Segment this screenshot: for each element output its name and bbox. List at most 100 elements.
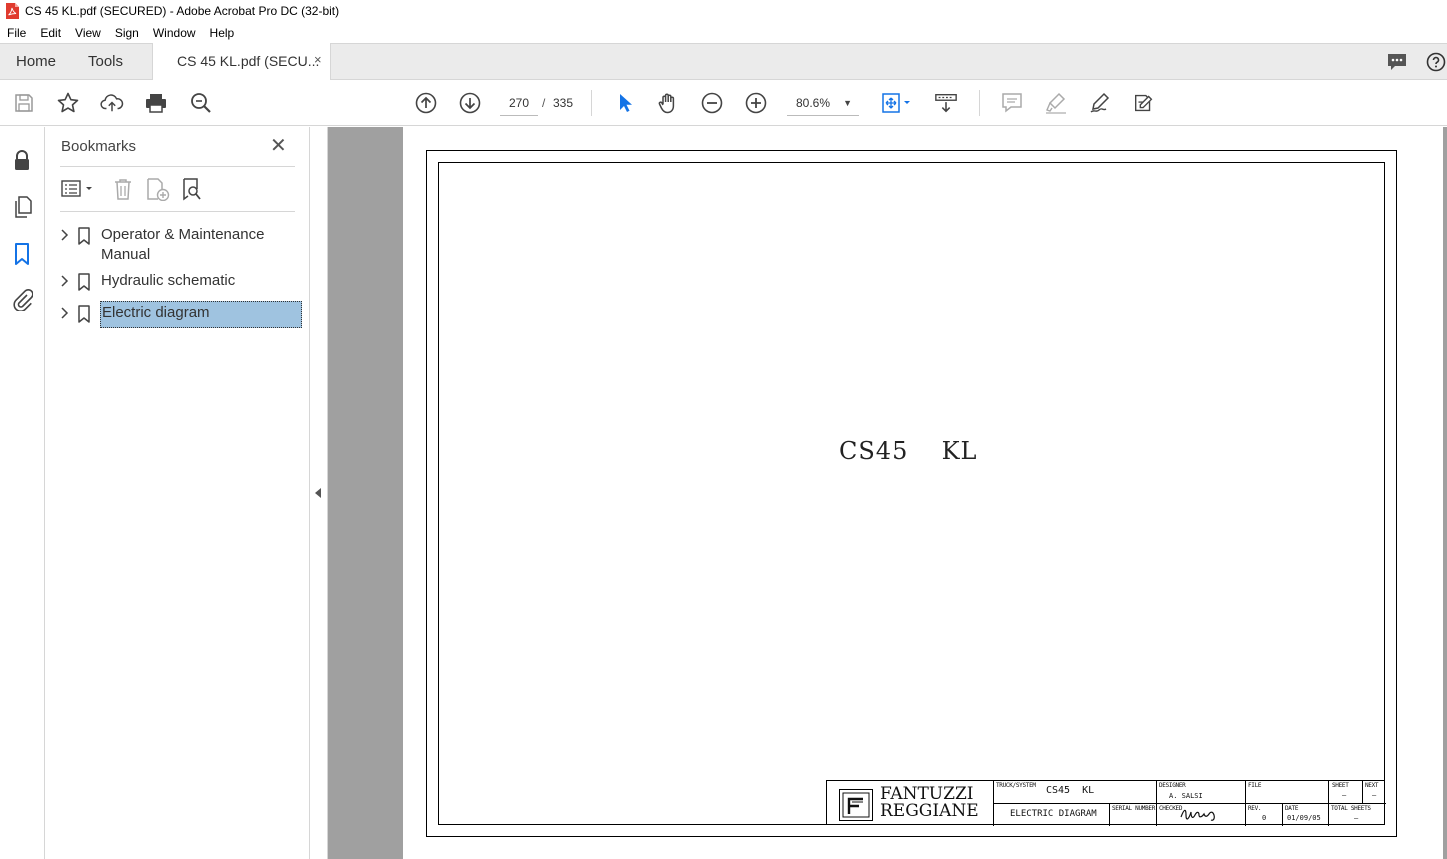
date-label: DATE	[1285, 805, 1299, 812]
bookmark-item-selected[interactable]: Electric diagram	[55, 301, 303, 329]
bookmark-icon	[77, 227, 91, 245]
toolbar-divider	[591, 90, 592, 116]
left-navigation-rail	[0, 127, 45, 859]
menu-edit[interactable]: Edit	[33, 26, 68, 40]
panel-splitter[interactable]	[309, 127, 328, 859]
drawing-frame-outer: CS45 KL FANTUZZI REGGIANE TRUCK/SYSTEM C…	[426, 150, 1397, 837]
menu-view[interactable]: View	[68, 26, 108, 40]
chevron-right-icon[interactable]	[59, 228, 69, 242]
tab-bar: Home Tools CS 45 KL.pdf (SECU... ×	[0, 43, 1447, 80]
current-page-input[interactable]: 270	[500, 90, 538, 116]
chevron-right-icon[interactable]	[59, 306, 69, 320]
acrobat-pdf-icon	[5, 3, 19, 19]
close-icon[interactable]: ✕	[270, 136, 287, 156]
tab-document[interactable]: CS 45 KL.pdf (SECU... ×	[152, 43, 331, 80]
sign-icon[interactable]	[1088, 91, 1112, 115]
zoom-level-dropdown[interactable]: 80.6% ▼	[787, 90, 859, 116]
scroll-mode-icon[interactable]	[934, 91, 958, 115]
fantuzzi-logo-icon	[839, 789, 873, 821]
toolbar-divider	[979, 90, 980, 116]
tb-divider	[993, 803, 1386, 804]
collapse-arrow-icon[interactable]	[315, 488, 321, 498]
page-down-icon[interactable]	[458, 91, 482, 115]
total-sheets-value: –	[1354, 814, 1359, 822]
tab-home[interactable]: Home	[16, 53, 56, 70]
select-arrow-icon[interactable]	[612, 91, 636, 115]
designer-value: A. SALSI	[1169, 792, 1203, 800]
tab-close-icon[interactable]: ×	[314, 52, 322, 67]
tb-divider	[1282, 803, 1283, 826]
upload-icon[interactable]	[100, 91, 124, 115]
star-icon[interactable]	[56, 91, 80, 115]
serial-label: SERIAL NUMBER	[1112, 805, 1156, 812]
help-icon[interactable]	[1426, 52, 1446, 77]
tb-divider	[1109, 803, 1110, 826]
rev-value: 0	[1262, 814, 1267, 822]
next-label: NEXT	[1365, 782, 1379, 789]
bookmarks-panel: Bookmarks ✕ Operator & Maintenance Manua…	[45, 127, 309, 859]
highlight-icon[interactable]	[1044, 91, 1068, 115]
pages-icon[interactable]	[10, 195, 34, 219]
date-value: 01/09/05	[1287, 814, 1321, 822]
menu-help[interactable]: Help	[203, 26, 242, 40]
bookmark-label[interactable]: Operator & Maintenance Manual	[101, 225, 301, 265]
total-pages: 335	[553, 96, 574, 110]
lock-icon[interactable]	[10, 149, 34, 173]
attachment-icon[interactable]	[10, 287, 34, 311]
bookmark-label[interactable]: Electric diagram	[100, 301, 302, 328]
next-value: –	[1372, 791, 1377, 799]
zoom-in-icon[interactable]	[744, 91, 768, 115]
tb-divider	[1362, 781, 1363, 803]
save-icon[interactable]	[12, 91, 36, 115]
designer-label: DESIGNER	[1159, 782, 1186, 789]
menu-sign[interactable]: Sign	[108, 26, 146, 40]
window-title: CS 45 KL.pdf (SECURED) - Adobe Acrobat P…	[25, 4, 340, 18]
chevron-down-icon: ▼	[843, 98, 852, 108]
bookmark-item[interactable]: Operator & Maintenance Manual	[55, 225, 303, 265]
bookmark-icon[interactable]	[10, 242, 34, 266]
bookmark-label[interactable]: Hydraulic schematic	[101, 271, 301, 291]
comment-bubble-icon[interactable]	[1386, 52, 1408, 77]
menu-bar: File Edit View Sign Window Help	[0, 22, 1447, 43]
hand-icon[interactable]	[656, 91, 680, 115]
rev-label: REV.	[1248, 805, 1262, 812]
tab-document-label: CS 45 KL.pdf (SECU...	[177, 53, 320, 69]
window-title-bar: CS 45 KL.pdf (SECURED) - Adobe Acrobat P…	[0, 0, 1447, 22]
bookmark-tools	[60, 175, 295, 205]
company-name: FANTUZZI REGGIANE	[880, 784, 979, 821]
fit-page-icon[interactable]	[880, 91, 914, 115]
tab-tools[interactable]: Tools	[88, 53, 123, 70]
new-bookmark-icon[interactable]	[145, 177, 171, 206]
menu-file[interactable]: File	[0, 26, 33, 40]
signature-icon	[1179, 805, 1229, 827]
comment-icon[interactable]	[1000, 91, 1024, 115]
document-viewport[interactable]: CS45 KL FANTUZZI REGGIANE TRUCK/SYSTEM C…	[328, 127, 1447, 859]
total-sheets-label: TOTAL SHEETS	[1331, 805, 1371, 812]
bookmark-icon	[77, 305, 91, 323]
panel-divider	[60, 166, 295, 167]
zoom-out-icon[interactable]	[700, 91, 724, 115]
page-separator: /	[542, 96, 546, 110]
options-menu-icon[interactable]	[60, 178, 96, 205]
page-up-icon[interactable]	[414, 91, 438, 115]
pdf-page: CS45 KL FANTUZZI REGGIANE TRUCK/SYSTEM C…	[403, 127, 1443, 859]
file-label: FILE	[1248, 782, 1262, 789]
search-zoom-icon[interactable]	[189, 91, 213, 115]
panel-title: Bookmarks	[61, 138, 137, 155]
delete-icon[interactable]	[112, 177, 134, 206]
bookmark-icon	[77, 273, 91, 291]
find-bookmark-icon[interactable]	[180, 177, 204, 206]
print-icon[interactable]	[144, 91, 168, 115]
bookmark-item[interactable]: Hydraulic schematic	[55, 271, 303, 295]
more-tools-icon[interactable]	[1132, 91, 1156, 115]
chevron-right-icon[interactable]	[59, 274, 69, 288]
zoom-level-value: 80.6%	[796, 96, 831, 110]
truck-label: TRUCK/SYSTEM	[996, 782, 1036, 789]
drawing-frame-inner: CS45 KL FANTUZZI REGGIANE TRUCK/SYSTEM C…	[438, 162, 1386, 827]
sheet-label: SHEET	[1332, 782, 1349, 789]
drawing-title: CS45 KL	[839, 437, 978, 465]
truck-value: CS45 KL	[1046, 785, 1095, 796]
drawing-title-block: FANTUZZI REGGIANE TRUCK/SYSTEM CS45 KL D…	[826, 780, 1386, 827]
drawing-description: ELECTRIC DIAGRAM	[1010, 809, 1097, 819]
menu-window[interactable]: Window	[146, 26, 203, 40]
